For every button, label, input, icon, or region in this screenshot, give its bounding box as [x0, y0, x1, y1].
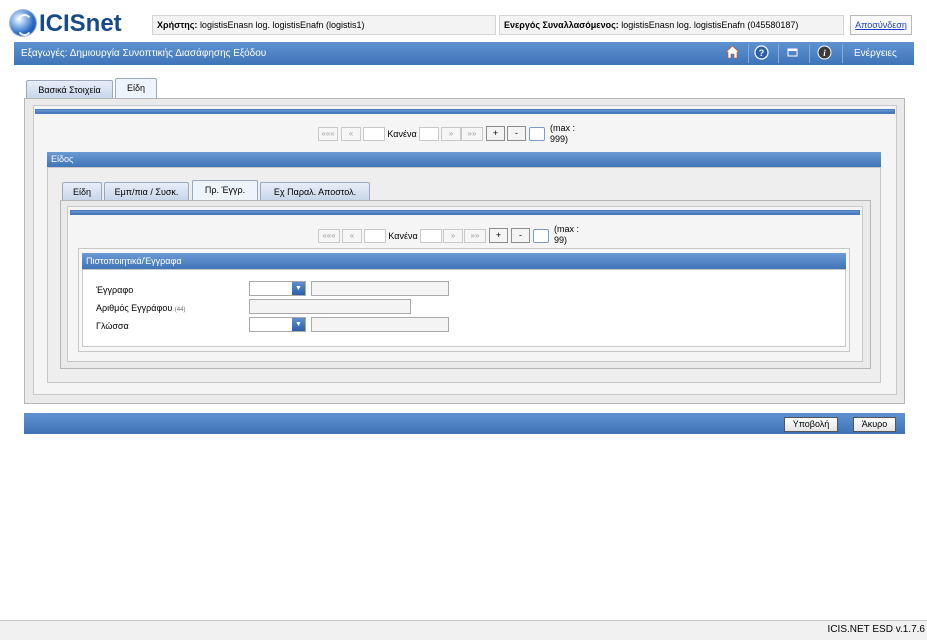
inner-pager-input-left[interactable] [364, 229, 386, 243]
submit-button[interactable]: Υποβολή [784, 417, 838, 432]
trader-label: Ενεργός Συναλλασόμενος: [504, 20, 619, 30]
tab-basic-info[interactable]: Βασικά Στοιχεία [26, 80, 113, 99]
tab-previous-docs[interactable]: Πρ. Έγγρ. [192, 180, 258, 201]
item-count-box[interactable] [529, 127, 545, 141]
toolbar-separator [778, 44, 779, 63]
actions-menu[interactable]: Ενέργειες [854, 42, 897, 65]
doc-number-label-text: Αριθμός Εγγράφου [96, 303, 173, 313]
language-description-field[interactable] [311, 317, 449, 332]
pager-current-label: Κανένα [387, 129, 417, 139]
help-icon[interactable]: ? [753, 45, 770, 62]
trader-value: logistisEnasn log. logistisEnafn (045580… [621, 20, 799, 30]
document-type-select[interactable]: ▼ [249, 281, 306, 296]
doc-number-label: Αριθμός Εγγράφου (44) [96, 302, 246, 316]
docs-top-bar [70, 210, 860, 215]
svg-text:?: ? [759, 48, 765, 58]
inner-pager-current-label: Κανένα [388, 231, 418, 241]
version-label: ICIS.NET ESD v.1.7.6 [827, 624, 925, 635]
logo-text: ICISnet [39, 10, 122, 37]
pager-next-button[interactable]: » [441, 127, 461, 141]
pager-input-left[interactable] [363, 127, 385, 141]
inner-pager-last-button[interactable]: »» [464, 229, 486, 243]
inner-pager-max: (max : 99) [554, 224, 594, 246]
toolbar-separator [842, 44, 843, 63]
tab-consignments[interactable]: Εχ Παραλ. Αποστολ. [260, 182, 370, 201]
trader-info: Ενεργός Συναλλασόμενος: logistisEnasn lo… [499, 15, 844, 35]
pager-input-right[interactable] [419, 127, 439, 141]
items-top-bar [35, 109, 895, 114]
tab-items-list[interactable]: Είδη [62, 182, 102, 201]
pager-prev-button[interactable]: « [341, 127, 361, 141]
globe-icon [10, 10, 36, 36]
inner-pager-first-button[interactable]: ««« [318, 229, 340, 243]
user-info: Χρήστης: logistisEnasn log. logistisEnaf… [152, 15, 496, 35]
window-icon[interactable] [784, 45, 801, 62]
add-item-button[interactable]: + [486, 126, 505, 141]
info-icon[interactable]: i [816, 45, 833, 62]
inner-pager-prev-button[interactable]: « [342, 229, 362, 243]
pager-last-button[interactable]: »» [461, 127, 483, 141]
doc-number-field[interactable] [249, 299, 411, 314]
language-label: Γλώσσα [96, 321, 129, 331]
remove-item-button[interactable]: - [507, 126, 526, 141]
tab-containers[interactable]: Εμπ/πια / Συσκ. [104, 182, 189, 201]
toolbar-separator [809, 44, 810, 63]
cancel-button[interactable]: Άκυρο [853, 417, 896, 432]
document-description-field[interactable] [311, 281, 449, 296]
pager-max: (max : 999) [550, 123, 590, 145]
inner-pager-max-line2: 99) [554, 235, 568, 245]
page-title: Εξαγωγές: Δημιουργία Συνοπτικής Διασάφησ… [21, 48, 267, 59]
inner-pager-next-button[interactable]: » [443, 229, 463, 243]
pager-max-line1: (max : [550, 123, 576, 133]
inner-remove-button[interactable]: - [511, 228, 530, 243]
tab-items[interactable]: Είδη [115, 78, 157, 99]
docs-section-header: Πιστοποιητικά/Έγγραφα [82, 253, 846, 269]
toolbar-separator [748, 44, 749, 63]
language-select[interactable]: ▼ [249, 317, 306, 332]
user-label: Χρήστης: [157, 20, 198, 30]
user-value: logistisEnasn log. logistisEnafn (logist… [199, 20, 365, 30]
inner-pager-max-line1: (max : [554, 224, 580, 234]
chevron-down-icon: ▼ [292, 282, 305, 295]
form-footer-bar [24, 413, 905, 434]
inner-pager-input-right[interactable] [420, 229, 442, 243]
item-section-header: Είδος [47, 152, 881, 167]
doc-number-hint: (44) [174, 307, 186, 313]
logout-link[interactable]: Αποσύνδεση [850, 15, 912, 35]
status-bar: ICIS.NET ESD v.1.7.6 [0, 620, 927, 640]
home-icon[interactable] [724, 45, 741, 62]
pager-max-line2: 999) [550, 134, 569, 144]
inner-count-box[interactable] [533, 229, 549, 243]
app-logo: ICISnet [10, 10, 130, 40]
inner-add-button[interactable]: + [489, 228, 508, 243]
title-bar: Εξαγωγές: Δημιουργία Συνοπτικής Διασάφησ… [14, 42, 914, 65]
pager-first-button[interactable]: ««« [318, 127, 338, 141]
chevron-down-icon: ▼ [292, 318, 305, 331]
document-label: Έγγραφο [96, 285, 134, 295]
